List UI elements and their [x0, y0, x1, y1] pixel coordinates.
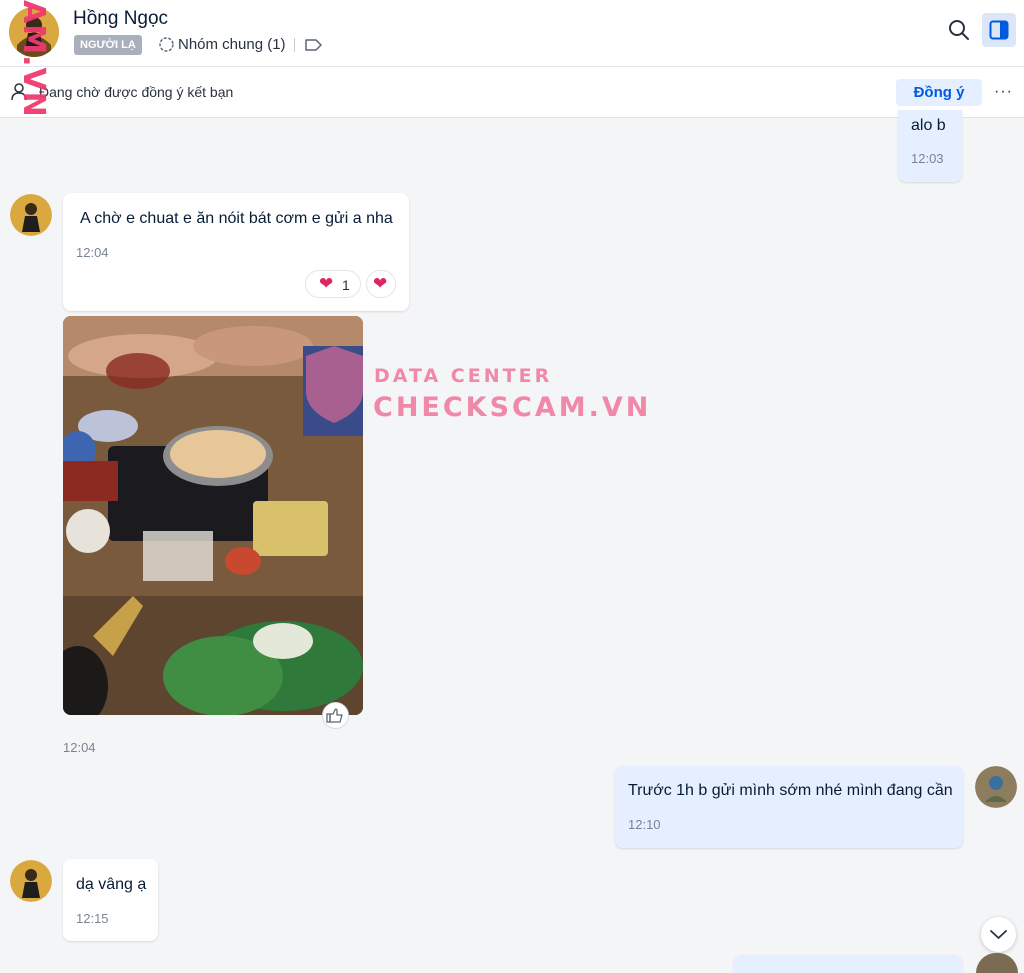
pending-label: Đang chờ được đồng ý kết bạn: [39, 84, 234, 100]
message-time: 12:04: [76, 245, 109, 260]
message-bubble-incoming[interactable]: A chờ e chuat e ăn nóit bát cơm e gửi a …: [63, 193, 409, 311]
header-divider: [294, 38, 295, 52]
message-photo[interactable]: [63, 316, 363, 715]
my-avatar-partial: [976, 953, 1018, 973]
group-icon: [159, 37, 174, 52]
sidebar-toggle-icon: [989, 20, 1009, 40]
message-text: dạ vâng ạ: [76, 876, 147, 893]
message-bubble-outgoing[interactable]: alo b 12:03: [898, 110, 962, 182]
message-text: Trước 1h b gửi mình sớm nhé mình đang cầ…: [628, 782, 953, 799]
message-bubble-outgoing-partial[interactable]: [734, 955, 962, 973]
message-bubble-outgoing[interactable]: Trước 1h b gửi mình sớm nhé mình đang cầ…: [615, 766, 963, 848]
reaction-heart-count[interactable]: ❤ 1: [305, 270, 361, 298]
pending-friend-bar: Đang chờ được đồng ý kết bạn Đồng ý ···: [0, 67, 1024, 118]
search-icon[interactable]: [947, 18, 971, 42]
message-bubble-incoming[interactable]: dạ vâng ạ 12:15: [63, 859, 158, 941]
contact-avatar-small[interactable]: [10, 860, 52, 902]
chevron-down-icon: [990, 930, 1007, 939]
stranger-badge: NGƯỜI LẠ: [74, 35, 142, 55]
contact-avatar[interactable]: [9, 7, 59, 57]
scroll-to-bottom-button[interactable]: [981, 917, 1016, 952]
message-text: A chờ e chuat e ăn nóit bát cơm e gửi a …: [80, 210, 393, 227]
tag-icon[interactable]: [304, 37, 323, 53]
add-reaction-button[interactable]: ❤: [366, 270, 396, 298]
message-time: 12:10: [628, 817, 661, 832]
heart-icon: ❤: [373, 274, 388, 293]
my-avatar[interactable]: [975, 766, 1017, 808]
message-text: alo b: [911, 117, 946, 134]
common-groups-link[interactable]: Nhóm chung (1): [178, 36, 286, 53]
contact-avatar-small[interactable]: [10, 194, 52, 236]
heart-icon: ❤: [319, 274, 334, 293]
contact-name[interactable]: Hồng Ngọc: [73, 8, 168, 30]
accept-friend-button[interactable]: Đồng ý: [896, 79, 982, 106]
chat-header: Hồng Ngọc NGƯỜI LẠ Nhóm chung (1): [0, 0, 1024, 67]
user-pending-icon: [11, 83, 27, 101]
thumbs-up-icon: [326, 708, 343, 723]
like-button[interactable]: [322, 702, 349, 729]
more-options-icon[interactable]: ···: [994, 83, 1012, 101]
sidebar-toggle-button[interactable]: [982, 13, 1016, 47]
photo-time: 12:04: [63, 740, 96, 755]
message-time: 12:03: [911, 151, 944, 166]
message-time: 12:15: [76, 911, 109, 926]
